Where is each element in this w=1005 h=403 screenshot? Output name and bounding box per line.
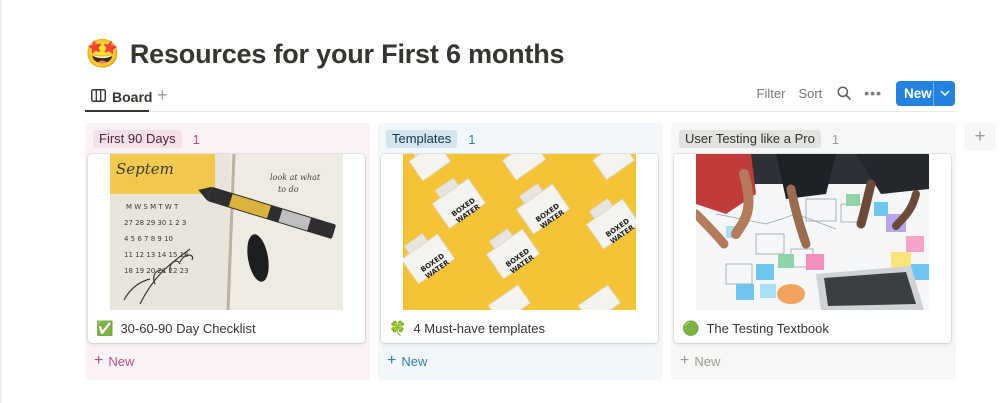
- column-header: User Testing like a Pro 1: [679, 129, 839, 149]
- column-header: Templates 1: [386, 129, 475, 149]
- card-title: 4 Must-have templates: [413, 320, 545, 336]
- chevron-down-icon[interactable]: [933, 80, 955, 106]
- group-count: 1: [468, 131, 476, 147]
- card-cover-image: Septem M W S M T W T 27 28 29 30 1 2 3 4…: [110, 154, 343, 310]
- page-emoji-icon[interactable]: 🤩: [85, 40, 120, 68]
- add-card-label: New: [694, 353, 721, 369]
- svg-text:Septem: Septem: [116, 160, 174, 178]
- board-column-user-testing: User Testing like a Pro 1 🟢 The Testing …: [671, 123, 956, 380]
- svg-text:27 28 29 30 1 2 3: 27 28 29 30 1 2 3: [124, 219, 186, 227]
- board-column-templates: Templates 1 BOXED WATER BOXED WATER BOXE…: [378, 123, 663, 380]
- add-view-button[interactable]: +: [157, 85, 168, 105]
- tab-board[interactable]: Board: [91, 85, 152, 109]
- green-circle-icon: 🟢: [682, 320, 700, 336]
- svg-text:4 5 6 7 8 9 10: 4 5 6 7 8 9 10: [124, 235, 173, 243]
- tab-board-label: Board: [112, 89, 153, 105]
- four-leaf-clover-icon: 🍀: [389, 320, 407, 336]
- page-title[interactable]: Resources for your First 6 months: [130, 39, 565, 70]
- board-card[interactable]: BOXED WATER BOXED WATER BOXED WATER BOXE…: [381, 154, 658, 343]
- card-title-row: 🍀 4 Must-have templates: [389, 319, 545, 337]
- add-card-button[interactable]: + New: [387, 352, 427, 370]
- svg-text:18 19 20 21 22 23: 18 19 20 21 22 23: [124, 267, 189, 275]
- page-left-divider: [0, 0, 2, 403]
- group-count: 1: [192, 131, 200, 147]
- card-title: 30-60-90 Day Checklist: [120, 320, 256, 336]
- card-title-row: 🟢 The Testing Textbook: [682, 319, 829, 337]
- group-label[interactable]: User Testing like a Pro: [679, 130, 821, 148]
- sort-button[interactable]: Sort: [798, 86, 822, 101]
- board-icon: [91, 89, 106, 105]
- board-column-first-90-days: First 90 Days 1 Septem M W S M T W T 27 …: [85, 123, 370, 380]
- svg-text:M W S M T W T: M W S M T W T: [126, 203, 179, 211]
- plus-icon: +: [94, 352, 104, 369]
- plus-icon: +: [680, 352, 690, 369]
- column-header: First 90 Days 1: [93, 129, 200, 149]
- board-card[interactable]: Septem M W S M T W T 27 28 29 30 1 2 3 4…: [88, 154, 365, 343]
- svg-text:look at what: look at what: [270, 173, 321, 182]
- database-toolbar: Filter Sort ••• New: [757, 80, 955, 106]
- new-button-label[interactable]: New: [896, 81, 933, 106]
- view-bar: Board + Filter Sort ••• New: [85, 80, 955, 112]
- group-label[interactable]: First 90 Days: [93, 130, 182, 148]
- check-mark-icon: ✅: [96, 320, 114, 336]
- svg-text:to do: to do: [278, 185, 299, 194]
- card-cover-image: [696, 154, 929, 310]
- card-title-row: ✅ 30-60-90 Day Checklist: [96, 319, 256, 337]
- board-card[interactable]: 🟢 The Testing Textbook: [674, 154, 951, 343]
- add-card-button[interactable]: + New: [680, 352, 720, 370]
- add-card-label: New: [108, 353, 135, 369]
- group-count: 1: [831, 131, 840, 147]
- card-title: The Testing Textbook: [706, 320, 829, 336]
- plus-icon: +: [387, 352, 397, 369]
- group-label[interactable]: Templates: [386, 130, 458, 148]
- add-card-label: New: [401, 353, 428, 369]
- add-card-button[interactable]: + New: [94, 352, 134, 370]
- add-group-button[interactable]: +: [964, 123, 996, 151]
- card-cover-image: BOXED WATER BOXED WATER BOXED WATER BOXE…: [403, 154, 636, 310]
- page-header: 🤩 Resources for your First 6 months: [85, 34, 565, 74]
- active-tab-indicator: [85, 110, 149, 112]
- new-button[interactable]: New: [896, 80, 955, 106]
- filter-button[interactable]: Filter: [757, 86, 786, 101]
- search-icon[interactable]: [835, 84, 853, 102]
- more-options-button[interactable]: •••: [864, 86, 882, 100]
